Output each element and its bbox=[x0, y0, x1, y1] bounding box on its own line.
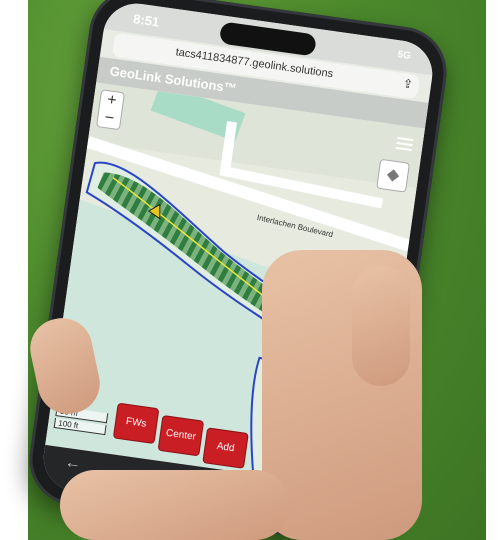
center-button[interactable]: Center bbox=[157, 414, 205, 457]
signal-icon: 5G bbox=[396, 49, 412, 62]
left-border bbox=[14, 0, 28, 540]
finger bbox=[352, 266, 410, 386]
status-time: 8:51 bbox=[132, 11, 161, 30]
back-button[interactable]: ← bbox=[64, 454, 82, 474]
menu-icon[interactable] bbox=[395, 136, 414, 152]
photo-scene: 8:51 5G tacs411834877.geolink.solutions … bbox=[0, 0, 500, 540]
share-icon[interactable]: ⇪ bbox=[402, 76, 414, 91]
add-button[interactable]: Add bbox=[202, 427, 249, 469]
zoom-out-button[interactable]: − bbox=[97, 108, 121, 129]
layers-icon[interactable]: ◆ bbox=[376, 158, 411, 193]
fws-button[interactable]: FWs bbox=[112, 402, 160, 445]
palm bbox=[60, 470, 290, 540]
